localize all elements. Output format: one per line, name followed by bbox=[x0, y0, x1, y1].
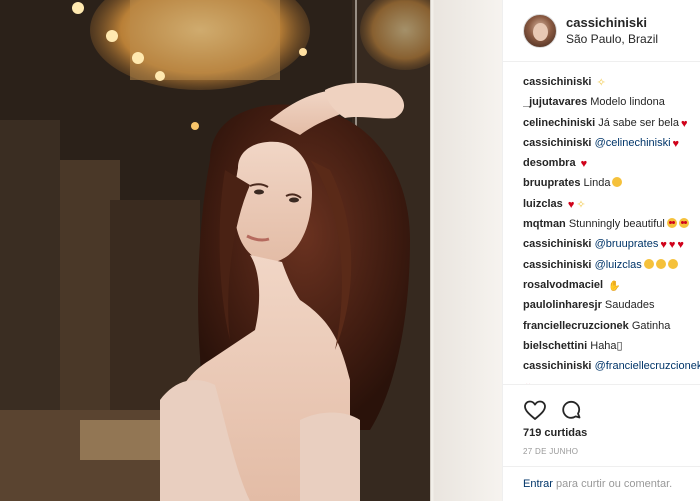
comment-item: cassichiniski @bruuprates ♥ ♥ ♥ bbox=[523, 234, 700, 254]
comment-item: franciellecruzcionek Gatinha bbox=[523, 316, 700, 336]
heart-emoji-icon: ♥ bbox=[677, 239, 684, 252]
smiley-emoji-icon bbox=[655, 258, 666, 269]
comment-text: Modelo lindona bbox=[590, 96, 665, 109]
comment-mention-link[interactable]: @luizclas bbox=[595, 259, 642, 271]
comment-item: desombra ♥ bbox=[523, 153, 700, 173]
comment-item: bielschettini Haha▯ bbox=[523, 336, 700, 356]
sparkle-emoji-icon: ✧ bbox=[596, 77, 606, 89]
comment-item: cassichiniski @franciellecruzcionek bbox=[523, 356, 700, 376]
post-photo[interactable] bbox=[0, 0, 502, 501]
comment-text: @franciellecruzcionek bbox=[595, 360, 700, 372]
like-heart-icon[interactable] bbox=[523, 398, 547, 422]
sparkle-emoji-icon: ✧ bbox=[576, 198, 586, 211]
comment-item: mqtman Stunningly beautiful bbox=[523, 214, 700, 234]
login-prompt-text: para curtir ou comentar. bbox=[552, 478, 673, 490]
heart-emoji-icon: ♥ bbox=[580, 158, 588, 171]
heart-emoji-icon: ♥ bbox=[668, 239, 676, 252]
comment-item: _jujutavares Modelo lindona bbox=[523, 92, 700, 112]
comment-text: Linda bbox=[583, 177, 611, 190]
comment-username[interactable]: cassichiniski bbox=[523, 360, 592, 372]
smiley-emoji-icon bbox=[612, 177, 623, 188]
comment-mention-link[interactable]: @celinechiniski bbox=[595, 137, 671, 149]
comment-mention-link[interactable]: @bruuprates bbox=[595, 238, 659, 250]
comment-item: luizclas ♥ ✧ bbox=[523, 194, 700, 214]
comment-bubble-icon[interactable] bbox=[559, 398, 583, 422]
heart-emoji-icon: ♥ bbox=[567, 198, 575, 211]
comment-username[interactable]: rosalvodmaciel bbox=[523, 279, 603, 291]
post-header: cassichiniski São Paulo, Brazil bbox=[503, 0, 700, 62]
comment-item: paulolinharesjr Saudades bbox=[523, 295, 700, 315]
login-link[interactable]: Entrar bbox=[523, 478, 553, 490]
comment-text: Stunningly beautiful bbox=[568, 218, 665, 231]
hand-emoji-icon: ✋ bbox=[608, 280, 621, 292]
comment-username[interactable]: cassichiniski bbox=[523, 238, 592, 250]
post-actions-area: 719 curtidas 27 DE JUNHO bbox=[503, 384, 700, 456]
comment-username[interactable]: celinechiniski bbox=[523, 117, 595, 129]
comment-username[interactable]: _jujutavares bbox=[523, 96, 587, 108]
smiley-emoji-icon bbox=[643, 258, 654, 269]
comment-username[interactable]: cassichiniski bbox=[523, 76, 592, 88]
header-location[interactable]: São Paulo, Brazil bbox=[566, 31, 658, 47]
comment-item: ♥ bbox=[523, 376, 700, 384]
likes-count[interactable]: 719 curtidas bbox=[503, 427, 700, 439]
comment-text: @bruuprates bbox=[595, 238, 659, 250]
heart-eyes-emoji-icon bbox=[666, 218, 677, 229]
comment-text: @luizclas bbox=[595, 259, 642, 271]
comment-mention-link[interactable]: @franciellecruzcionek bbox=[595, 360, 700, 372]
comment-text: Saudades bbox=[604, 299, 655, 312]
heart-emoji-icon: ♥ bbox=[660, 239, 667, 252]
comment-text: Gatinha bbox=[631, 319, 671, 332]
post-date[interactable]: 27 DE JUNHO bbox=[503, 447, 700, 456]
comment-username[interactable]: cassichiniski bbox=[523, 137, 592, 149]
comment-username[interactable]: franciellecruzcionek bbox=[523, 320, 629, 332]
comment-item: rosalvodmaciel ✋ bbox=[523, 275, 700, 295]
smiley-emoji-icon bbox=[667, 258, 678, 269]
action-bar bbox=[503, 385, 700, 425]
comment-username[interactable]: bielschettini bbox=[523, 340, 587, 352]
login-prompt: Entrar para curtir ou comentar. bbox=[503, 466, 700, 490]
heart-eyes-emoji-icon bbox=[678, 218, 689, 229]
comment-item: cassichiniski ✧ bbox=[523, 72, 700, 92]
comment-username[interactable]: mqtman bbox=[523, 218, 566, 230]
avatar[interactable] bbox=[523, 13, 557, 48]
comment-text: Já sabe ser bela bbox=[598, 116, 679, 129]
comment-username[interactable]: cassichiniski bbox=[523, 259, 592, 271]
comment-username[interactable]: desombra bbox=[523, 157, 576, 169]
post-side-panel: cassichiniski São Paulo, Brazil cassichi… bbox=[502, 0, 700, 501]
header-text: cassichiniski São Paulo, Brazil bbox=[566, 15, 658, 47]
heart-emoji-icon: ♥ bbox=[680, 117, 688, 130]
comment-username[interactable]: luizclas bbox=[523, 198, 563, 210]
comments-list: cassichiniski ✧ _jujutavares Modelo lindo… bbox=[523, 72, 700, 384]
heart-emoji-icon: ♥ bbox=[672, 137, 680, 150]
comment-username[interactable]: bruuprates bbox=[523, 177, 580, 189]
comment-item: celinechiniski Já sabe ser bela ♥ bbox=[523, 113, 700, 133]
comment-item: bruuprates Linda bbox=[523, 173, 700, 193]
comment-text: Haha▯ bbox=[590, 339, 623, 352]
comment-text: @celinechiniski bbox=[595, 137, 671, 149]
post-photo-illustration bbox=[0, 0, 502, 501]
comment-item: cassichiniski @luizclas bbox=[523, 255, 700, 275]
comment-username[interactable]: paulolinharesjr bbox=[523, 299, 602, 311]
header-username[interactable]: cassichiniski bbox=[566, 15, 658, 31]
comment-item: cassichiniski @celinechiniski ♥ bbox=[523, 133, 700, 153]
